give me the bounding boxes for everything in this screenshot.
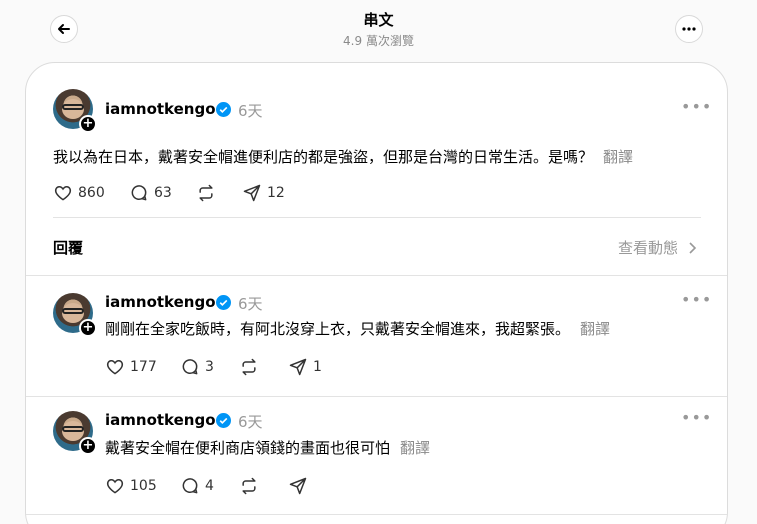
view-count: 4.9 萬次瀏覽 — [343, 34, 414, 48]
post-time: 6天 — [238, 102, 263, 120]
translate-link[interactable]: 翻譯 — [603, 148, 633, 166]
reply-count: 3 — [205, 359, 214, 375]
heart-icon — [54, 185, 72, 201]
share-button[interactable]: 1 — [288, 356, 322, 378]
translate-link[interactable]: 翻譯 — [580, 320, 610, 338]
share-count: 1 — [313, 359, 322, 375]
avatar[interactable]: + — [53, 89, 97, 133]
chevron-right-icon — [689, 242, 696, 254]
share-button[interactable] — [288, 475, 308, 497]
like-count: 177 — [130, 359, 157, 375]
view-activity-label: 查看動態 — [618, 239, 679, 257]
avatar[interactable]: + — [53, 293, 97, 337]
repost-icon — [199, 184, 213, 202]
username[interactable]: iamnotkengo — [105, 411, 216, 429]
follow-plus-icon[interactable]: + — [79, 437, 97, 455]
post-actions: 860 63 12 — [53, 182, 353, 204]
comment-icon — [131, 185, 147, 201]
divider — [53, 217, 701, 218]
post-text-content: 剛剛在全家吃飯時，有阿北沒穿上衣，只戴著安全帽進來，我超緊張。 — [105, 320, 571, 338]
post-text-content: 戴著安全帽在便利商店領錢的畫面也很可怕 — [105, 439, 391, 457]
heart-icon — [106, 359, 124, 375]
post-actions: 177 3 1 — [105, 356, 405, 378]
reply-button[interactable]: 63 — [129, 182, 172, 204]
reply-button[interactable]: 3 — [180, 356, 214, 378]
post-time: 6天 — [238, 413, 263, 431]
verified-badge-icon — [216, 413, 231, 428]
heart-icon — [106, 478, 124, 494]
main-post: + iamnotkengo 6天 ••• 我以為在日本，戴著安全帽進便利店的都是… — [26, 63, 729, 223]
reply-post: + iamnotkengo 6天 ••• 戴著安全帽在便利商店領錢的畫面也很可怕… — [26, 396, 729, 516]
repost-button[interactable] — [196, 182, 216, 204]
post-more-icon[interactable]: ••• — [681, 408, 712, 427]
share-count: 12 — [267, 185, 285, 201]
send-icon — [289, 358, 307, 376]
send-icon — [289, 477, 307, 495]
reply-count: 63 — [154, 185, 172, 201]
post-actions: 105 4 — [105, 475, 405, 497]
translate-link[interactable]: 翻譯 — [400, 439, 430, 457]
post-more-icon[interactable]: ••• — [681, 290, 712, 309]
follow-plus-icon[interactable]: + — [79, 319, 97, 337]
username[interactable]: iamnotkengo — [105, 100, 216, 118]
reply-count: 4 — [205, 478, 214, 494]
share-button[interactable]: 12 — [242, 182, 285, 204]
send-icon — [243, 184, 261, 202]
avatar[interactable]: + — [53, 411, 97, 455]
reply-post: + iamnotkengo 6天 ••• 剛剛在全家吃飯時，有阿北沒穿上衣，只戴… — [26, 275, 729, 403]
post-time: 6天 — [238, 295, 263, 313]
follow-plus-icon[interactable]: + — [79, 115, 97, 133]
view-activity-link[interactable]: 查看動態 — [618, 237, 697, 258]
post-text: 我以為在日本，戴著安全帽進便利店的都是強盜，但那是台灣的日常生活。是嗎？ 翻譯 — [53, 146, 633, 167]
verified-badge-icon — [216, 102, 231, 117]
thread-card: + iamnotkengo 6天 ••• 我以為在日本，戴著安全帽進便利店的都是… — [25, 62, 728, 524]
more-options-button[interactable] — [675, 15, 703, 43]
like-button[interactable]: 860 — [53, 182, 105, 204]
post-more-icon[interactable]: ••• — [681, 97, 712, 116]
repost-button[interactable] — [239, 356, 259, 378]
repost-button[interactable] — [239, 475, 259, 497]
replies-header: 回覆 — [53, 239, 84, 257]
comment-icon — [182, 359, 198, 375]
post-text-content: 我以為在日本，戴著安全帽進便利店的都是強盜，但那是台灣的日常生活。是嗎？ — [53, 148, 594, 166]
like-count: 860 — [78, 185, 105, 201]
top-bar: 串文 4.9 萬次瀏覽 — [0, 0, 757, 62]
reply-button[interactable]: 4 — [180, 475, 214, 497]
repost-icon — [242, 477, 256, 495]
like-button[interactable]: 177 — [105, 356, 157, 378]
repost-icon — [242, 358, 256, 376]
like-button[interactable]: 105 — [105, 475, 157, 497]
like-count: 105 — [130, 478, 157, 494]
post-text: 剛剛在全家吃飯時，有阿北沒穿上衣，只戴著安全帽進來，我超緊張。 翻譯 — [105, 318, 610, 339]
page-title: 串文 — [363, 11, 394, 29]
divider — [26, 514, 727, 515]
post-text: 戴著安全帽在便利商店領錢的畫面也很可怕 翻譯 — [105, 437, 430, 458]
verified-badge-icon — [216, 295, 231, 310]
more-icon — [682, 27, 696, 31]
comment-icon — [182, 478, 198, 494]
username[interactable]: iamnotkengo — [105, 293, 216, 311]
